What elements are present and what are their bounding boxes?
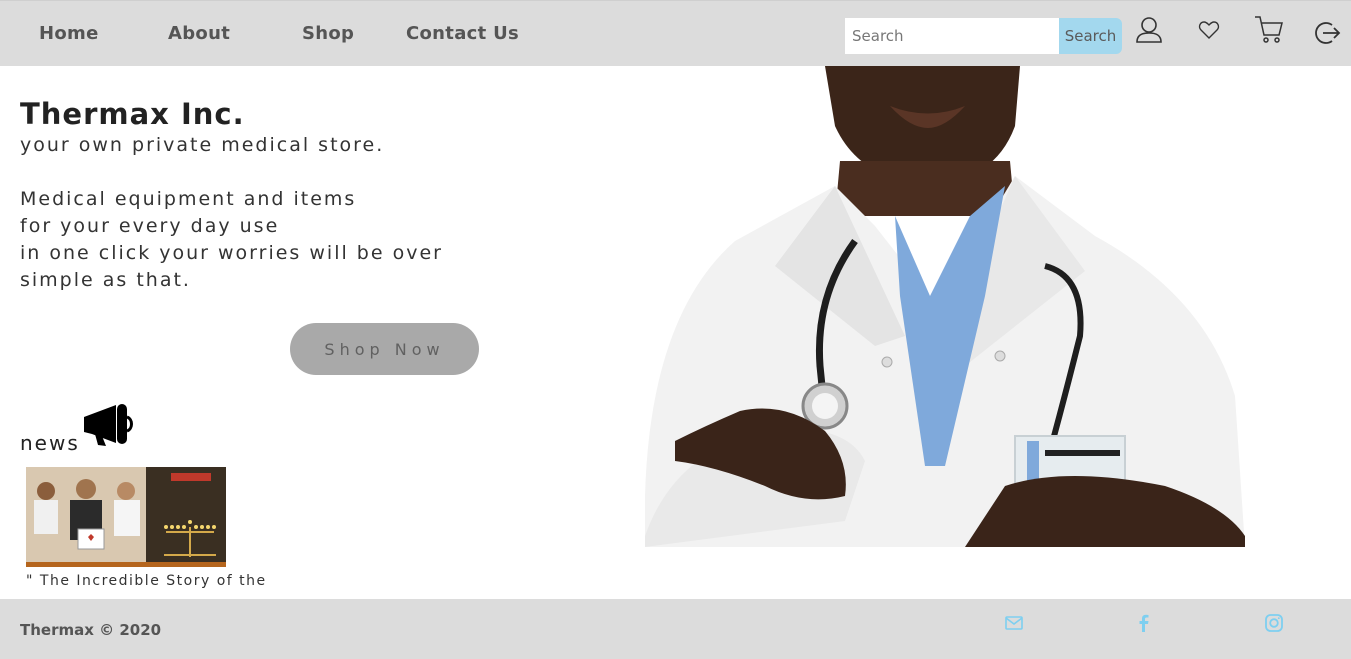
news-heading: news	[20, 431, 80, 455]
facebook-icon[interactable]	[1134, 613, 1154, 633]
search-button[interactable]: Search	[1059, 18, 1122, 54]
description-line: for your every day use	[20, 215, 280, 237]
nav-shop-link[interactable]: Shop	[302, 23, 354, 44]
hero-description: Medical equipment and items for your eve…	[20, 186, 580, 294]
megaphone-icon	[82, 402, 134, 446]
news-thumbnail[interactable]	[26, 467, 226, 567]
mail-icon[interactable]	[1004, 613, 1024, 633]
top-navbar: Home About Shop Contact Us Search	[0, 0, 1351, 66]
logout-icon[interactable]	[1313, 19, 1341, 47]
nav-contact-link[interactable]: Contact Us	[406, 23, 519, 44]
copyright-text: Thermax © 2020	[20, 621, 162, 639]
nav-home-link[interactable]: Home	[39, 23, 99, 44]
cart-icon[interactable]	[1254, 15, 1284, 45]
news-caption[interactable]: " The Incredible Story of the	[26, 573, 296, 599]
footer: Thermax © 2020	[0, 599, 1351, 659]
tagline: your own private medical store.	[20, 134, 385, 156]
shop-now-button[interactable]: Shop Now	[290, 323, 479, 375]
nav-about-link[interactable]: About	[168, 23, 230, 44]
description-line: Medical equipment and items	[20, 188, 357, 210]
user-icon[interactable]	[1134, 15, 1164, 45]
page-title: Thermax Inc.	[20, 97, 245, 131]
hero-text: Thermax Inc. your own private medical st…	[20, 96, 580, 294]
instagram-icon[interactable]	[1264, 613, 1284, 633]
heart-icon[interactable]	[1197, 18, 1221, 42]
search-input[interactable]	[845, 18, 1059, 54]
description-line: in one click your worries will be over	[20, 242, 443, 264]
description-line: simple as that.	[20, 269, 191, 291]
hero-doctor-image	[645, 66, 1251, 547]
